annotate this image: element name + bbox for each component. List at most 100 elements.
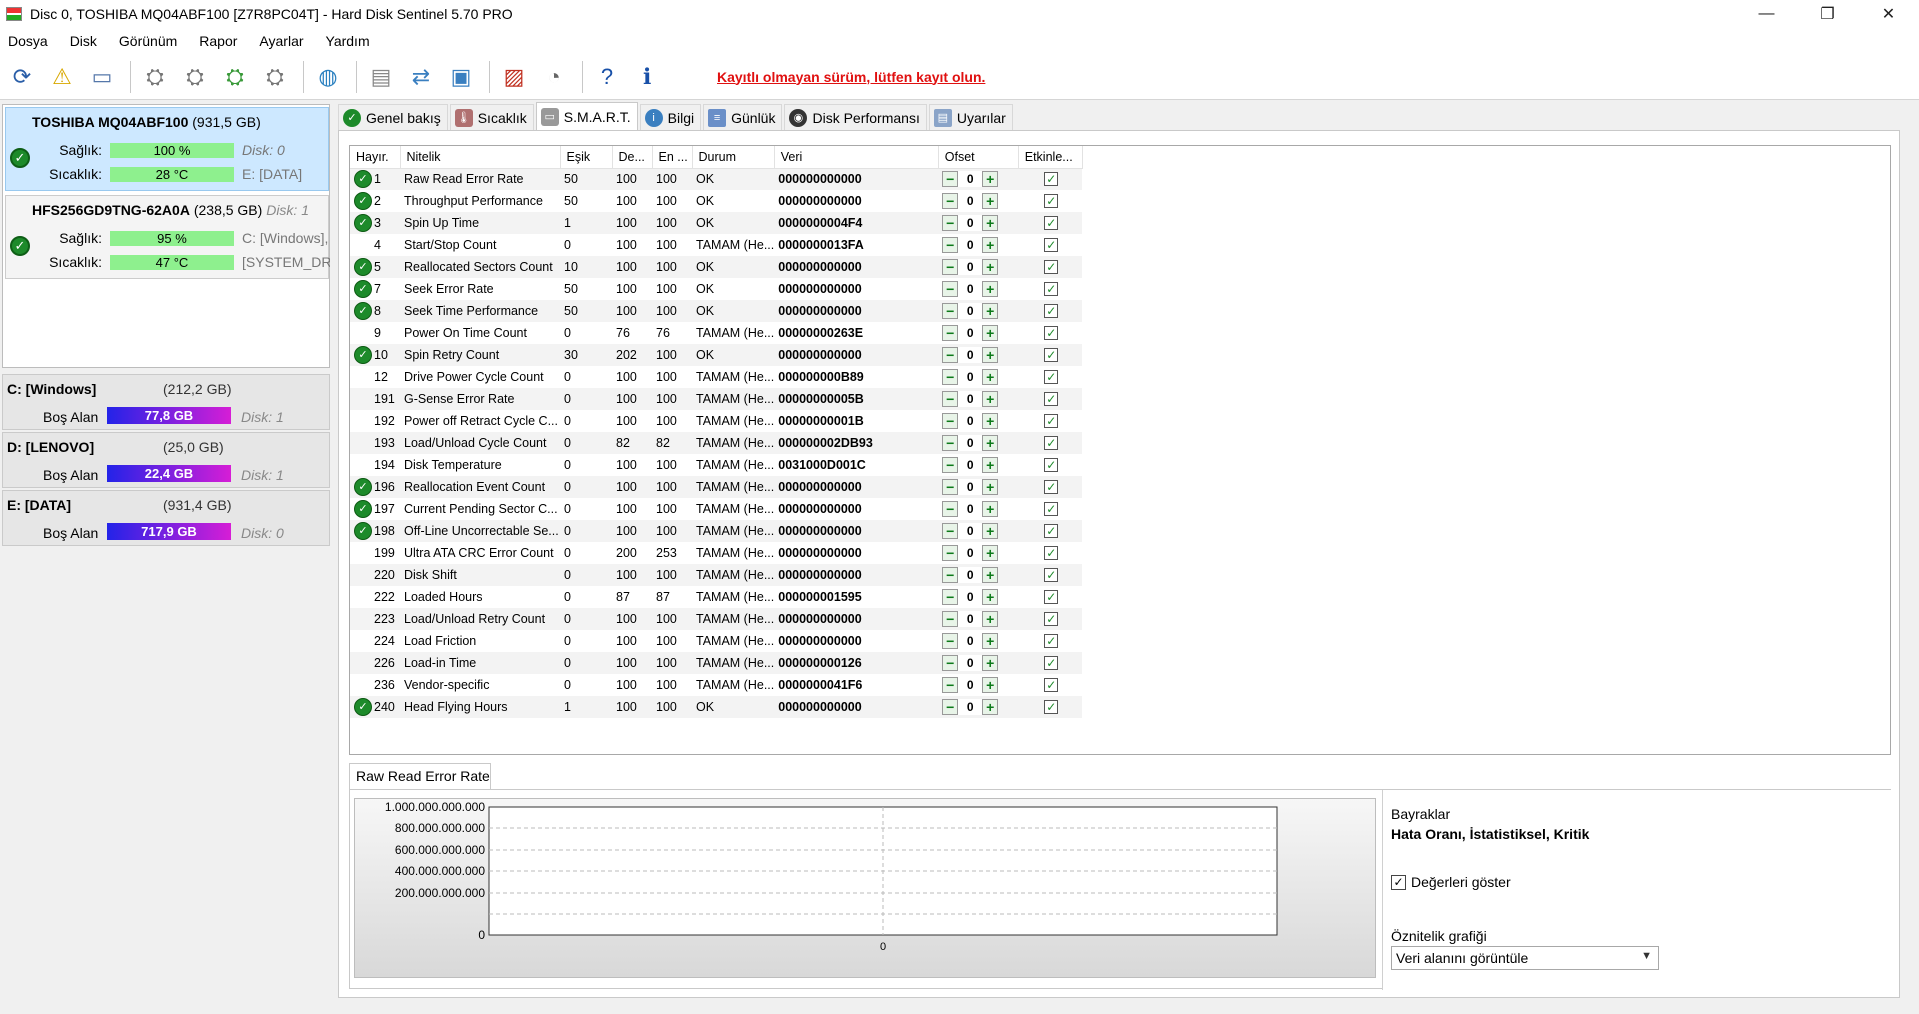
offset-value[interactable]: 0 (958, 347, 983, 363)
table-row[interactable]: 192 Power off Retract Cycle C... 0 100 100 TA… (350, 410, 1082, 432)
offset-decrease-button[interactable]: − (942, 567, 959, 583)
table-row[interactable]: 226 Load-in Time 0 100 100 TAMAM (He... 000000… (350, 652, 1083, 674)
enabled-checkbox[interactable]: ✓ (1044, 260, 1059, 274)
offset-value[interactable]: 0 (958, 171, 983, 188)
volume-e[interactable]: E: [DATA] (931,4 GB) Boş Alan 717,9 GB D… (2, 490, 330, 546)
disk-card-hfs256[interactable]: HFS256GD9TNG-62A0A (238,5 GB) Disk: 1 ✓ … (5, 195, 330, 279)
table-row[interactable]: ✓ 3 Spin Up Time 1 100 100 OK 0000000004F4−0 + ✓ (350, 212, 1083, 234)
tab-bilgi[interactable]: i Bilgi (639, 104, 702, 130)
disk-check-icon[interactable]: ⛭ (217, 59, 253, 95)
offset-increase-button[interactable]: + (982, 369, 999, 385)
offset-increase-button[interactable]: + (982, 303, 999, 319)
enabled-checkbox[interactable]: ✓ (1044, 590, 1059, 604)
disk-surface-icon[interactable]: ⛭ (177, 59, 213, 95)
alert-icon[interactable]: ⚠ (44, 59, 80, 95)
table-row[interactable]: 194 Disk Temperature 0 100 100 TAMAM (He... 00… (350, 454, 1082, 476)
enabled-checkbox[interactable]: ✓ (1044, 370, 1059, 384)
offset-decrease-button[interactable]: − (942, 193, 959, 209)
col-etkinlestir[interactable]: Etkinle... (1018, 146, 1083, 169)
offset-value[interactable]: 0 (958, 215, 983, 231)
table-row[interactable]: 4 Start/Stop Count 0 100 100 TAMAM (He... 0000… (350, 234, 1082, 256)
globe-icon[interactable]: ◍ (310, 59, 346, 95)
offset-value[interactable]: 0 (958, 303, 983, 319)
offset-decrease-button[interactable]: − (942, 325, 959, 341)
refresh-icon[interactable]: ⟳ (4, 59, 40, 95)
table-row[interactable]: ✓ 240 Head Flying Hours 1 100 100 OK 0000000000… (350, 696, 1083, 718)
enabled-checkbox[interactable]: ✓ (1044, 326, 1059, 340)
table-row[interactable]: 222 Loaded Hours 0 87 87 TAMAM (He... 00000000… (350, 586, 1082, 608)
table-row[interactable]: 193 Load/Unload Cycle Count 0 82 82 TAMAM (He… (350, 432, 1083, 454)
offset-value[interactable]: 0 (958, 545, 983, 561)
col-ofset[interactable]: Ofset (938, 146, 1019, 169)
table-row[interactable]: 191 G-Sense Error Rate 0 100 100 TAMAM (He...… (350, 388, 1083, 410)
offset-value[interactable]: 0 (958, 567, 983, 583)
table-row[interactable]: ✓ 196 Reallocation Event Count 0 100 100 TAMAM… (350, 476, 1083, 498)
offset-increase-button[interactable]: + (982, 281, 999, 297)
offset-value[interactable]: 0 (958, 523, 983, 539)
col-deger[interactable]: De... (612, 146, 653, 169)
offset-decrease-button[interactable]: − (942, 391, 959, 407)
offset-decrease-button[interactable]: − (942, 633, 959, 649)
enabled-checkbox[interactable]: ✓ (1044, 392, 1059, 406)
offset-decrease-button[interactable]: − (942, 589, 959, 605)
table-row[interactable]: ✓ 10 Spin Retry Count 30 202 100 OK 00000000000… (350, 344, 1083, 366)
offset-decrease-button[interactable]: − (942, 215, 959, 231)
offset-decrease-button[interactable]: − (942, 237, 959, 253)
offset-increase-button[interactable]: + (982, 391, 999, 407)
speaker-icon[interactable]: ◔ (536, 59, 572, 95)
col-esik[interactable]: Eşik (560, 146, 613, 169)
offset-value[interactable]: 0 (958, 633, 983, 649)
offset-value[interactable]: 0 (958, 259, 983, 275)
enabled-checkbox[interactable]: ✓ (1044, 634, 1059, 648)
disk-test-icon[interactable]: ⛭ (137, 59, 173, 95)
offset-value[interactable]: 0 (958, 435, 983, 451)
menu-yardim[interactable]: Yardım (326, 33, 370, 49)
table-row[interactable]: ✓ 1 Raw Read Error Rate 50 100 100 OK 000000000… (350, 168, 1083, 190)
enabled-checkbox[interactable]: ✓ (1044, 436, 1059, 450)
offset-value[interactable]: 0 (958, 699, 983, 715)
offset-decrease-button[interactable]: − (942, 171, 959, 188)
table-row[interactable]: 199 Ultra ATA CRC Error Count 0 200 253 TAMAM… (350, 542, 1082, 564)
offset-decrease-button[interactable]: − (942, 347, 959, 363)
network-icon[interactable]: ▣ (443, 59, 479, 95)
enabled-checkbox[interactable]: ✓ (1044, 238, 1059, 252)
help-icon[interactable]: ? (589, 59, 625, 95)
offset-decrease-button[interactable]: − (942, 611, 959, 627)
offset-value[interactable]: 0 (958, 589, 983, 605)
tab-smart[interactable]: ▭ S.M.A.R.T. (535, 102, 638, 130)
offset-increase-button[interactable]: + (982, 325, 999, 341)
offset-decrease-button[interactable]: − (942, 457, 959, 473)
offset-value[interactable]: 0 (958, 655, 983, 671)
col-nitelik[interactable]: Nitelik (400, 146, 561, 169)
enabled-checkbox[interactable]: ✓ (1044, 502, 1059, 516)
enabled-checkbox[interactable]: ✓ (1044, 216, 1059, 230)
table-row[interactable]: ✓ 198 Off-Line Uncorrectable Se... 0 100 100 T… (350, 520, 1083, 542)
attribute-graph-select[interactable]: Veri alanını görüntüle ▼ (1391, 946, 1659, 970)
offset-increase-button[interactable]: + (982, 435, 999, 451)
enabled-checkbox[interactable]: ✓ (1044, 194, 1059, 208)
offset-increase-button[interactable]: + (982, 677, 999, 693)
enabled-checkbox[interactable]: ✓ (1044, 612, 1059, 626)
offset-value[interactable]: 0 (958, 501, 983, 517)
offset-value[interactable]: 0 (958, 457, 983, 473)
offset-value[interactable]: 0 (958, 479, 983, 495)
tab-uyarilar[interactable]: ▤ Uyarılar (928, 104, 1013, 130)
offset-value[interactable]: 0 (958, 369, 983, 385)
performance-monitor-icon[interactable]: ▨ (496, 59, 532, 95)
table-row[interactable]: 9 Power On Time Count 0 76 76 TAMAM (He... 000… (350, 322, 1082, 344)
enabled-checkbox[interactable]: ✓ (1044, 546, 1059, 560)
table-row[interactable]: 220 Disk Shift 0 100 100 TAMAM (He... 00000000… (350, 564, 1083, 586)
enabled-checkbox[interactable]: ✓ (1044, 414, 1059, 428)
offset-increase-button[interactable]: + (982, 633, 999, 649)
table-row[interactable]: ✓ 197 Current Pending Sector C... 0 100 100 TA… (350, 498, 1082, 520)
offset-increase-button[interactable]: + (982, 347, 999, 363)
offset-decrease-button[interactable]: − (942, 655, 959, 671)
volume-d[interactable]: D: [LENOVO] (25,0 GB) Boş Alan 22,4 GB D… (2, 432, 330, 488)
offset-decrease-button[interactable]: − (942, 281, 959, 297)
enabled-checkbox[interactable]: ✓ (1044, 568, 1059, 582)
offset-increase-button[interactable]: + (982, 259, 999, 275)
tab-gunluk[interactable]: ≡ Günlük (703, 104, 783, 130)
offset-value[interactable]: 0 (958, 413, 983, 429)
offset-decrease-button[interactable]: − (942, 413, 959, 429)
menu-ayarlar[interactable]: Ayarlar (259, 33, 303, 49)
